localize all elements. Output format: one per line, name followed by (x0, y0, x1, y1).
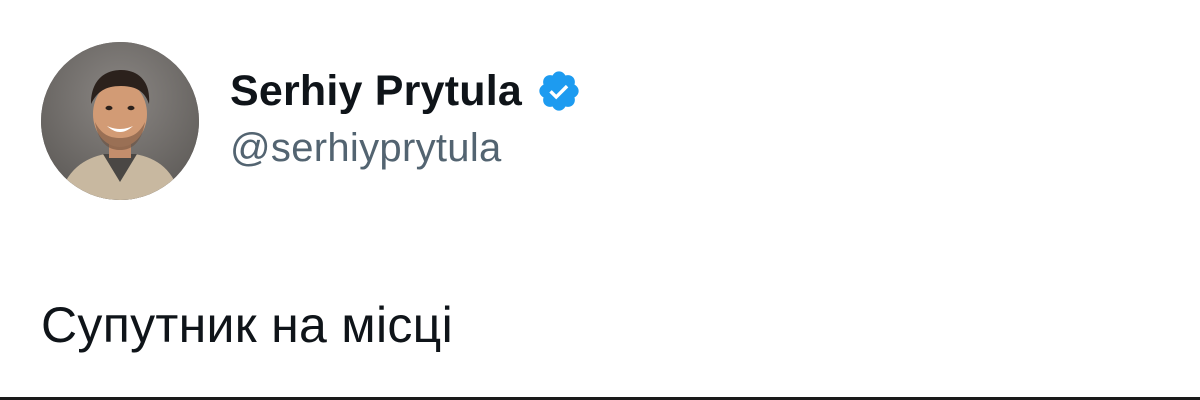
author-handle[interactable]: @serhiyprytula (230, 128, 582, 168)
author-identity: Serhiy Prytula @serhiyprytula (230, 60, 582, 168)
verified-check-icon (536, 68, 582, 114)
author-name-row: Serhiy Prytula (230, 60, 582, 122)
tweet-card: Serhiy Prytula @serhiyprytula Супутник н… (0, 0, 1200, 400)
tweet-text: Супутник на місці (41, 297, 454, 353)
avatar-photo (41, 42, 199, 200)
author-display-name[interactable]: Serhiy Prytula (230, 69, 522, 113)
author-avatar[interactable] (41, 42, 199, 200)
